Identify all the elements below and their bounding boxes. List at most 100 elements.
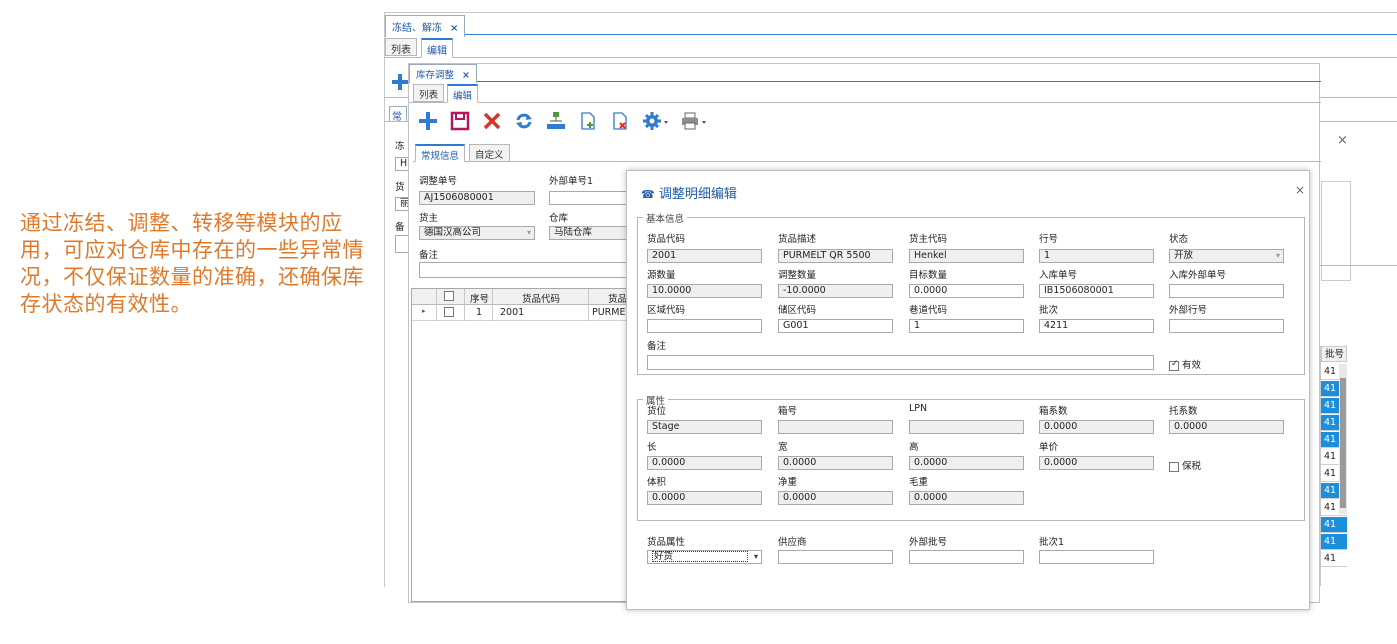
position-field[interactable]: Stage <box>647 420 762 434</box>
status-combo[interactable]: 开放 ▾ <box>1169 249 1284 263</box>
outer-tab-list[interactable]: 列表 <box>385 38 417 56</box>
label-external-no: 外部单号1 <box>549 176 594 187</box>
inner-form-tabs: 常规信息 自定义 <box>413 144 1321 162</box>
outer-field-fragment-3[interactable] <box>395 235 409 253</box>
external-no-field[interactable] <box>549 191 629 205</box>
label-lane-code: 巷道代码 <box>909 305 948 316</box>
inner-tab-edit[interactable]: 编辑 <box>447 84 479 103</box>
lpn-field[interactable] <box>909 420 1024 434</box>
tab-general-info[interactable]: 常规信息 <box>415 144 466 162</box>
length-field[interactable]: 0.0000 <box>647 456 762 470</box>
batch1-field[interactable] <box>1039 550 1154 564</box>
gross-weight-field[interactable]: 0.0000 <box>909 491 1024 505</box>
tab-freeze-unfreeze[interactable]: 冻结、解冻 × <box>385 15 466 37</box>
lane-code-field[interactable]: 1 <box>909 319 1024 333</box>
right-scrollbar[interactable] <box>1339 364 1347 514</box>
outer-tab-edit[interactable]: 编辑 <box>421 38 453 58</box>
ext-line-no-field[interactable] <box>1169 319 1284 333</box>
ext-batch-field[interactable] <box>909 550 1024 564</box>
inner-subtabs: 列表 编辑 <box>409 84 1321 103</box>
table-row[interactable]: ▸ 1 2001 PURMEL <box>412 305 631 321</box>
label-length: 长 <box>647 442 657 453</box>
grid-header-desc: 货品 <box>608 294 628 305</box>
outer-form-tab[interactable]: 常 <box>389 106 407 123</box>
box-factor-field[interactable]: 0.0000 <box>1039 420 1154 434</box>
label-inbound-ext-no: 入库外部单号 <box>1169 270 1227 281</box>
adjust-no-field[interactable]: AJ1506080001 <box>419 191 535 205</box>
save-icon[interactable] <box>447 108 473 134</box>
outer-field-fragment-2[interactable]: 丽 <box>395 197 409 211</box>
right-scrollbar-thumb[interactable] <box>1340 378 1346 508</box>
loc-code-field[interactable]: G001 <box>778 319 893 333</box>
hierarchy-icon[interactable] <box>543 108 569 134</box>
info-icon: ☎ <box>641 188 655 201</box>
valid-checkbox[interactable]: ✓ <box>1169 359 1179 371</box>
add-icon[interactable] <box>415 108 441 134</box>
label-inbound-no: 入库单号 <box>1039 270 1078 281</box>
grid-select-all-checkbox[interactable] <box>444 291 454 301</box>
right-batch-cell[interactable]: 41 <box>1321 534 1347 550</box>
box-no-field[interactable] <box>778 420 893 434</box>
printer-icon[interactable] <box>677 108 711 134</box>
close-tab-icon[interactable]: × <box>450 23 458 34</box>
right-batch-cell[interactable]: 41 <box>1321 551 1347 567</box>
line-no-field[interactable]: 1 <box>1039 249 1154 263</box>
zone-code-field[interactable] <box>647 319 762 333</box>
outer-field-fragment[interactable]: HI <box>395 157 409 171</box>
label-warehouse: 仓库 <box>549 213 569 224</box>
src-qty-field[interactable]: 10.0000 <box>647 284 762 298</box>
gear-icon[interactable] <box>639 108 673 134</box>
volume-field[interactable]: 0.0000 <box>647 491 762 505</box>
width-field[interactable]: 0.0000 <box>778 456 893 470</box>
label-gross-weight: 毛重 <box>909 477 929 488</box>
inner-tabstrip: 库存调整 × <box>409 64 1321 83</box>
label-target-qty: 目标数量 <box>909 270 948 281</box>
inbound-ext-no-field[interactable] <box>1169 284 1284 298</box>
batch-field[interactable]: 4211 <box>1039 319 1154 333</box>
label-ext-batch: 外部批号 <box>909 537 948 548</box>
remove-document-icon[interactable] <box>607 108 633 134</box>
label-supplier: 供应商 <box>778 537 807 548</box>
row-code: 2001 <box>500 307 525 318</box>
bonded-checkbox-wrap[interactable]: 保税 <box>1169 458 1201 472</box>
label-batch1: 批次1 <box>1039 537 1065 548</box>
new-document-icon[interactable] <box>575 108 601 134</box>
height-field[interactable]: 0.0000 <box>909 456 1024 470</box>
right-batch-cell[interactable]: 41 <box>1321 517 1347 533</box>
valid-checkbox-wrap[interactable]: ✓ 有效 <box>1169 357 1201 371</box>
adj-qty-field[interactable]: -10.0000 <box>778 284 893 298</box>
close-tab-icon[interactable]: × <box>462 70 470 81</box>
toolbar <box>415 108 735 138</box>
outer-subtabs: 列表 编辑 <box>385 38 1397 58</box>
net-weight-field[interactable]: 0.0000 <box>778 491 893 505</box>
outer-dialog-close-icon[interactable]: × <box>1337 133 1357 149</box>
tab-custom[interactable]: 自定义 <box>469 144 510 162</box>
owner-code-field[interactable]: Henkel <box>909 249 1024 263</box>
row-checkbox[interactable] <box>444 307 454 317</box>
unit-price-field[interactable]: 0.0000 <box>1039 456 1154 470</box>
dialog-remark-field[interactable] <box>647 355 1154 370</box>
delete-icon[interactable] <box>479 108 505 134</box>
pallet-factor-field[interactable]: 0.0000 <box>1169 420 1284 434</box>
item-attr-combo[interactable]: 好货 ▾ <box>647 550 762 564</box>
bonded-checkbox[interactable] <box>1169 461 1179 472</box>
remark-field[interactable] <box>419 262 629 278</box>
label-box-factor: 箱系数 <box>1039 406 1068 417</box>
label-adjust-no: 调整单号 <box>419 176 458 187</box>
item-desc-field[interactable]: PURMELT QR 5500 <box>778 249 893 263</box>
label-zone-code: 区域代码 <box>647 305 686 316</box>
supplier-field[interactable] <box>778 550 893 564</box>
outer-tabstrip: 冻结、解冻 × <box>385 15 1397 37</box>
outer-add-icon[interactable] <box>391 73 409 91</box>
inbound-no-field[interactable]: IB1506080001 <box>1039 284 1154 298</box>
dialog-close-icon[interactable]: × <box>1295 183 1305 197</box>
tab-stock-adjust[interactable]: 库存调整 × <box>409 64 477 83</box>
refresh-icon[interactable] <box>511 108 537 134</box>
warehouse-field[interactable]: 马陆仓库 <box>549 226 629 240</box>
item-code-field[interactable]: 2001 <box>647 249 762 263</box>
label-width: 宽 <box>778 442 788 453</box>
target-qty-field[interactable]: 0.0000 <box>909 284 1024 298</box>
owner-combo[interactable]: 德国汉高公司 ▾ <box>419 226 535 240</box>
inner-tab-list[interactable]: 列表 <box>413 84 445 102</box>
label-loc-code: 储区代码 <box>778 305 817 316</box>
